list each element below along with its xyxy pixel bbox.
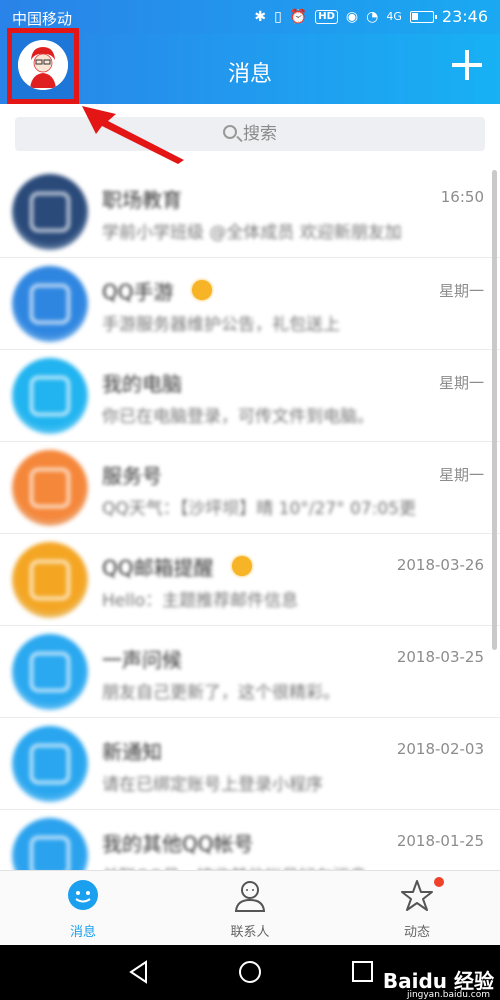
conversation-time: 2018-02-03 (396, 740, 484, 758)
conversation-avatar (12, 726, 88, 802)
conversation-avatar-glyph-icon (30, 560, 70, 600)
carrier-label: 中国移动 (12, 10, 73, 28)
conversation-preview: Hello：主题推荐邮件信息 (102, 591, 299, 611)
status-icons: ✱ ▯ ⏰ HD ◉ ◔ 4G 23:46 (254, 7, 488, 26)
conversation-avatar (12, 266, 88, 342)
scrollbar[interactable] (492, 170, 497, 650)
conversation-avatar (12, 818, 88, 870)
conversation-avatar-glyph-icon (30, 192, 70, 232)
conversation-preview: 请在已绑定账号上登录小程序 (102, 775, 323, 795)
header: 消息 (0, 28, 500, 104)
conversation-name: QQ手游 (102, 280, 174, 304)
page-title: 消息 (227, 62, 272, 87)
watermark-url: jingyan.baidu.com (406, 990, 490, 1000)
conversation-preview: 关联QQ号，接收其他帐号好友消息 (102, 862, 462, 870)
conversation-name: 我的电脑 (102, 372, 182, 396)
signal-icon: 4G (386, 9, 402, 23)
conversation-name: 职场教育 (102, 188, 182, 212)
recents-square-icon[interactable] (350, 959, 376, 985)
conversation-name: 一声问候 (102, 648, 182, 672)
conversation-time: 16:50 (440, 188, 484, 206)
conversation-time: 星期一 (438, 282, 484, 300)
chat-bubble-icon (68, 880, 98, 910)
conversation-preview: QQ天气：【沙坪坝】晴 10°/27° 07:05更 (102, 499, 417, 519)
conversation-avatar-glyph-icon (30, 284, 70, 324)
back-triangle-icon[interactable] (126, 959, 152, 985)
search-icon (223, 125, 237, 139)
conversation-row[interactable]: 一声问候朋友自己更新了，这个很精彩。 2018-03-25 (0, 626, 500, 718)
conversation-name: QQ邮箱提醒 (102, 556, 214, 580)
conversation-name: 我的其他QQ帐号 (102, 832, 254, 856)
system-nav-bar: Baidu 经验 jingyan.baidu.com (0, 945, 500, 1000)
annotation-arrow-icon (82, 106, 184, 164)
home-circle-icon[interactable] (237, 959, 263, 985)
conversation-row[interactable]: QQ手游手游服务器维护公告，礼包送上 星期一 (0, 258, 500, 350)
bottom-tab-bar: 消息 联系人 动态 (0, 870, 500, 945)
conversation-time: 2018-03-25 (396, 648, 484, 666)
tab-messages[interactable]: 消息 (0, 871, 166, 946)
sun-badge-icon (192, 280, 212, 300)
conversation-avatar (12, 174, 88, 250)
search-area: 搜索 (0, 104, 500, 166)
conversation-avatar-glyph-icon (30, 652, 70, 692)
tab-label: 动态 (403, 925, 430, 940)
conversation-row[interactable]: QQ邮箱提醒 Hello：主题推荐邮件信息 2018-03-26 (0, 534, 500, 626)
battery-icon (409, 10, 437, 23)
hd-badge: HD (315, 9, 338, 24)
conversation-name: 服务号 (102, 464, 162, 488)
conversation-time: 2018-01-25 (396, 832, 484, 850)
tab-contacts[interactable]: 联系人 (167, 871, 333, 946)
clock: 23:46 (441, 7, 488, 26)
tab-moments[interactable]: 动态 (334, 871, 500, 946)
conversation-avatar-glyph-icon (30, 468, 70, 508)
vibrate-icon: ▯ (274, 8, 282, 25)
contact-person-icon (234, 881, 266, 912)
conversation-preview: 手游服务器维护公告，礼包送上 (102, 315, 340, 335)
conversation-avatar (12, 542, 88, 618)
alarm-icon: ⏰ (289, 8, 308, 25)
search-placeholder: 搜索 (243, 124, 277, 144)
conversation-avatar (12, 450, 88, 526)
wifi-icon: ◔ (366, 8, 379, 25)
eye-icon: ◉ (345, 8, 359, 25)
star-icon (401, 880, 433, 911)
conversation-time: 星期一 (438, 374, 484, 392)
conversation-preview: 朋友自己更新了，这个很精彩。 (102, 683, 340, 703)
conversation-row[interactable]: 新通知请在已绑定账号上登录小程序 2018-02-03 (0, 718, 500, 810)
conversation-preview: 你已在电脑登录，可传文件到电脑。 (102, 407, 374, 427)
tab-label: 消息 (69, 925, 96, 940)
tab-label: 联系人 (230, 925, 270, 940)
conversation-row[interactable]: 我的电脑你已在电脑登录，可传文件到电脑。 星期一 (0, 350, 500, 442)
conversation-list: 职场教育学前小学班级 @全体成员 欢迎新朋友加 16:50 QQ手游手游服务器维护公… (0, 166, 500, 870)
conversation-avatar-glyph-icon (30, 376, 70, 416)
conversation-avatar (12, 634, 88, 710)
add-button[interactable] (452, 50, 482, 80)
conversation-avatar-glyph-icon (30, 744, 70, 784)
conversation-time: 2018-03-26 (396, 556, 484, 574)
conversation-row[interactable]: 我的其他QQ帐号关联QQ号，接收其他帐号好友消息 2018-01-25 (0, 810, 500, 870)
bluetooth-icon: ✱ (254, 8, 267, 25)
conversation-row[interactable]: 服务号 QQ天气：【沙坪坝】晴 10°/27° 07:05更 星期一 (0, 442, 500, 534)
notification-dot (434, 877, 444, 887)
conversation-avatar-glyph-icon (30, 836, 70, 870)
conversation-name: 新通知 (102, 740, 162, 764)
conversation-row[interactable]: 职场教育学前小学班级 @全体成员 欢迎新朋友加 16:50 (0, 166, 500, 258)
conversation-preview: 学前小学班级 @全体成员 欢迎新朋友加 (102, 223, 402, 243)
sun-badge-icon (232, 556, 252, 576)
conversation-avatar (12, 358, 88, 434)
conversation-time: 星期一 (438, 466, 484, 484)
